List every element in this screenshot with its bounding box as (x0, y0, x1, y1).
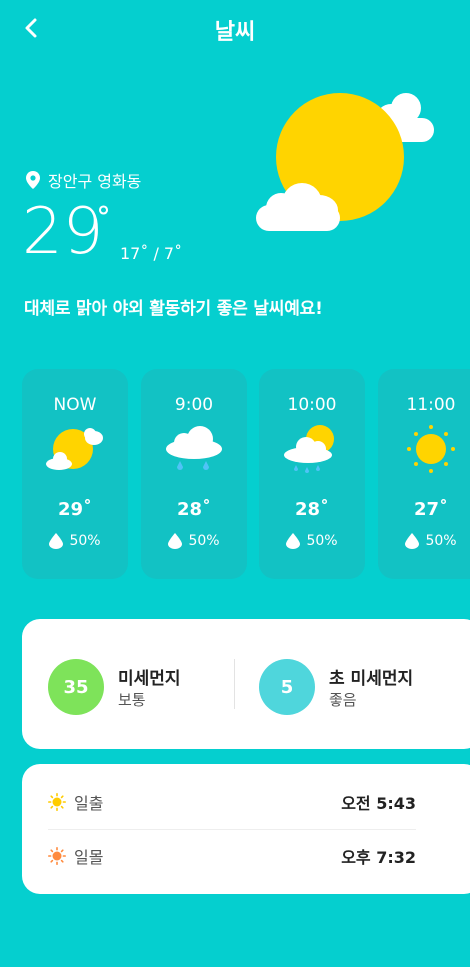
pm25-label: 초 미세먼지 (329, 669, 414, 689)
sunset-label: 일몰 (74, 848, 104, 867)
divider (234, 659, 235, 709)
hour-time: 11:00 (406, 395, 456, 415)
temperature-range: 17˚ / 7˚ (120, 244, 183, 263)
location-pin-icon (26, 171, 40, 189)
pm10-status: 보통 (118, 691, 146, 709)
pm10-value: 35 (48, 659, 104, 715)
hour-card[interactable]: 9:00 28˚ 50% (141, 369, 247, 579)
pm10-item[interactable]: 35 미세먼지 보통 (48, 659, 181, 715)
hour-card[interactable]: NOW 29˚ 50% (22, 369, 128, 579)
pm25-status: 좋음 (329, 691, 357, 709)
raindrop-icon (168, 533, 183, 549)
pm25-value: 5 (259, 659, 315, 715)
pm25-item[interactable]: 5 초 미세먼지 좋음 (259, 659, 413, 715)
hour-precipitation: 50% (259, 533, 365, 549)
rain-cloud-icon (164, 425, 224, 473)
air-quality-panel: 35 미세먼지 보통 5 초 미세먼지 좋음 (22, 619, 470, 749)
hour-time: 10:00 (287, 395, 337, 415)
sunrise-icon (48, 793, 66, 811)
hourly-forecast[interactable]: NOW 29˚ 50% 9:00 28˚ 50% 10:00 28˚ 50% 1… (22, 369, 470, 579)
weather-summary: 대체로 맑아 야외 활동하기 좋은 날씨예요! (24, 299, 323, 319)
hour-card[interactable]: 11:00 27˚ 50% (378, 369, 470, 579)
sunset-row: 일몰 오후 7:32 (48, 828, 416, 884)
hour-precipitation: 50% (378, 533, 470, 549)
hour-precipitation: 50% (141, 533, 247, 549)
sunset-time: 오후 7:32 (341, 848, 416, 867)
raindrop-icon (405, 533, 420, 549)
sunrise-row: 일출 오전 5:43 (48, 774, 416, 830)
sun-times-panel: 일출 오전 5:43 일몰 오후 7:32 (22, 764, 470, 894)
sun-rain-icon (282, 425, 342, 473)
degree-symbol: ˚ (95, 204, 112, 244)
sunrise-time: 오전 5:43 (341, 794, 416, 813)
sunrise-label: 일출 (74, 794, 104, 813)
location-text: 장안구 영화동 (48, 172, 142, 191)
hour-time: NOW (53, 395, 97, 415)
hour-temp: 29˚ (57, 499, 93, 520)
hour-temp: 28˚ (294, 499, 330, 520)
hour-time: 9:00 (174, 395, 214, 415)
sun-icon (401, 425, 461, 473)
hour-temp: 28˚ (176, 499, 212, 520)
pm10-label: 미세먼지 (118, 669, 181, 689)
hour-temp: 27˚ (413, 499, 449, 520)
current-temperature: 29 (22, 195, 104, 269)
raindrop-icon (286, 533, 301, 549)
sunset-icon (48, 847, 66, 865)
header: 날씨 (0, 0, 470, 56)
page-title: 날씨 (214, 20, 256, 45)
hour-precipitation: 50% (22, 533, 128, 549)
partly-cloudy-icon (45, 425, 105, 473)
location-label: 장안구 영화동 (26, 168, 141, 192)
hour-card[interactable]: 10:00 28˚ 50% (259, 369, 365, 579)
raindrop-icon (49, 533, 64, 549)
